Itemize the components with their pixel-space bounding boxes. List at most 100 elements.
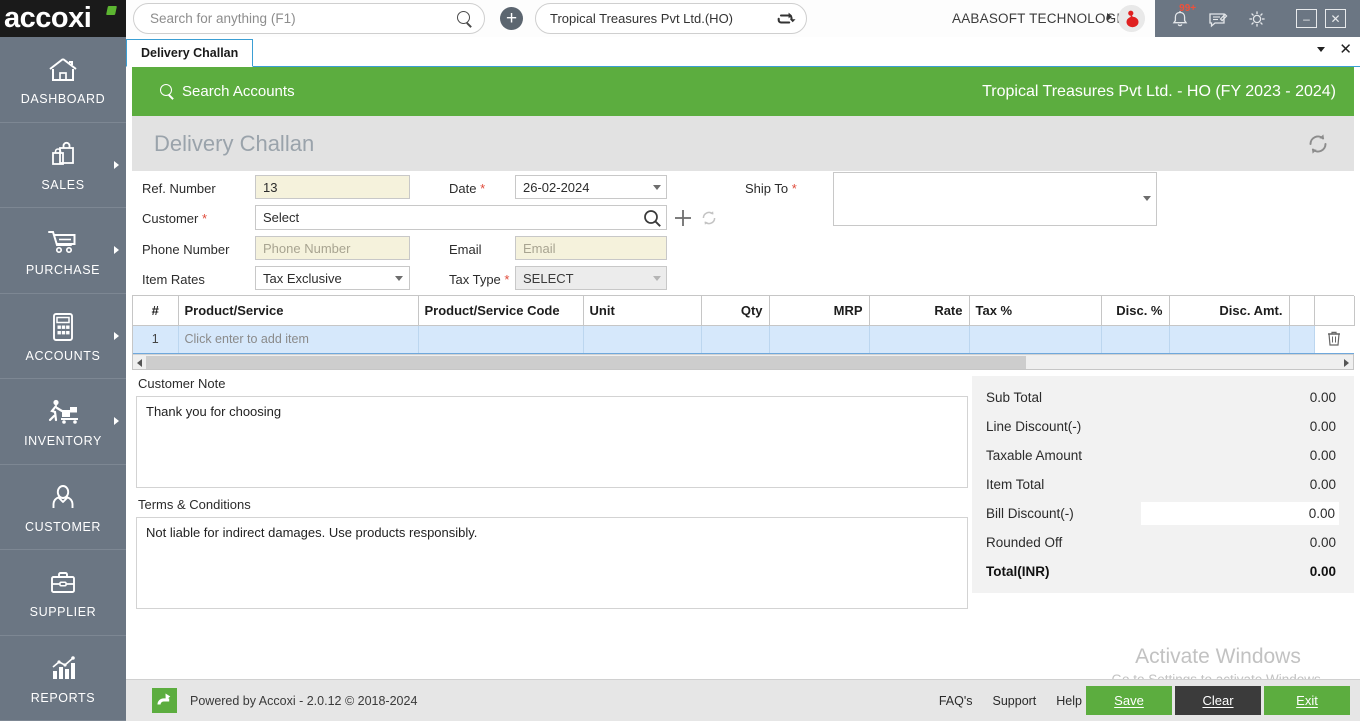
sidebar-item-dashboard[interactable]: DASHBOARD — [0, 37, 126, 123]
col-code: Product/Service Code — [418, 296, 583, 325]
required-marker: * — [480, 181, 485, 196]
tab-delivery-challan[interactable]: Delivery Challan — [126, 39, 253, 67]
ship-to-select[interactable] — [833, 172, 1157, 226]
sidebar-item-supplier[interactable]: SUPPLIER — [0, 550, 126, 636]
organisation-caret-icon[interactable] — [1107, 13, 1112, 21]
total-label: Item Total — [986, 477, 1044, 492]
sidebar-item-purchase[interactable]: PURCHASE — [0, 208, 126, 294]
sidebar-item-customer[interactable]: CUSTOMER — [0, 465, 126, 551]
ref-number-input[interactable] — [255, 175, 410, 199]
col-tax: Tax % — [969, 296, 1101, 325]
cell-mrp[interactable] — [769, 325, 869, 353]
warehouse-worker-icon — [45, 394, 81, 430]
grid-horizontal-scrollbar[interactable] — [133, 354, 1353, 369]
notifications-button[interactable]: 99+ — [1167, 6, 1193, 32]
customer-input[interactable] — [255, 205, 667, 230]
item-rates-label: Item Rates — [142, 272, 205, 287]
cell-delete[interactable] — [1314, 325, 1354, 353]
sidebar-item-inventory[interactable]: INVENTORY — [0, 379, 126, 465]
refresh-customer-icon[interactable] — [700, 209, 718, 232]
scrollbar-thumb[interactable] — [146, 356, 1026, 369]
date-input[interactable] — [515, 175, 667, 199]
cell-rate[interactable] — [869, 325, 969, 353]
chevron-right-icon — [114, 161, 119, 169]
phone-input[interactable] — [255, 236, 410, 260]
date-label: Date * — [449, 181, 485, 196]
powered-by-text: Powered by Accoxi - 2.0.12 © 2018-2024 — [190, 694, 417, 708]
avatar[interactable] — [1118, 5, 1145, 32]
sidebar-label: REPORTS — [31, 691, 95, 705]
search-input[interactable] — [148, 10, 456, 27]
exit-button[interactable]: Exit — [1264, 686, 1350, 715]
form-header: Delivery Challan — [132, 116, 1354, 171]
clear-button[interactable]: Clear — [1175, 686, 1261, 715]
cell-disc-pct[interactable] — [1101, 325, 1169, 353]
cell-tax[interactable] — [969, 325, 1101, 353]
save-label: Save — [1114, 693, 1144, 708]
chevron-right-icon — [114, 246, 119, 254]
tab-close-icon[interactable]: ✕ — [1339, 42, 1352, 57]
trash-icon[interactable] — [1327, 330, 1341, 346]
cell-code[interactable] — [418, 325, 583, 353]
sidebar-item-sales[interactable]: SALES — [0, 123, 126, 209]
ship-to-label: Ship To * — [745, 181, 797, 196]
settings-button[interactable] — [1244, 6, 1270, 32]
context-bar: Search Accounts Tropical Treasures Pvt L… — [132, 67, 1354, 116]
sidebar-item-reports[interactable]: REPORTS — [0, 636, 126, 721]
close-button[interactable]: ✕ — [1325, 9, 1346, 28]
total-label: Total(INR) — [986, 564, 1050, 579]
email-input[interactable] — [515, 236, 667, 260]
col-disc-pct: Disc. % — [1101, 296, 1169, 325]
col-qty: Qty — [701, 296, 769, 325]
total-row-sub-total: Sub Total 0.00 — [972, 383, 1354, 412]
lower-section: Customer Note Terms & Conditions Sub Tot… — [132, 376, 1354, 609]
home-icon — [47, 52, 79, 88]
sidebar-item-accounts[interactable]: ACCOUNTS — [0, 294, 126, 380]
total-value: 0.00 — [1310, 477, 1336, 492]
total-label: Rounded Off — [986, 535, 1062, 550]
person-icon — [48, 480, 78, 516]
global-search[interactable] — [133, 3, 485, 34]
messages-button[interactable] — [1205, 6, 1231, 32]
cell-qty[interactable] — [701, 325, 769, 353]
switch-company-icon[interactable] — [777, 9, 796, 28]
search-accounts-button[interactable]: Search Accounts — [160, 83, 295, 100]
sidebar-label: PURCHASE — [26, 263, 100, 277]
cell-product[interactable]: Click enter to add item — [178, 325, 418, 353]
refresh-icon[interactable] — [1304, 130, 1332, 158]
app-logo-text: accoxi — [4, 4, 91, 33]
app-logo: accoxi — [0, 0, 126, 37]
footer-link-support[interactable]: Support — [993, 694, 1037, 708]
total-value: 0.00 — [1310, 448, 1336, 463]
company-selector[interactable]: Tropical Treasures Pvt Ltd.(HO) — [535, 3, 807, 34]
col-product: Product/Service — [178, 296, 418, 325]
total-label: Taxable Amount — [986, 448, 1082, 463]
sidebar-label: SALES — [41, 178, 84, 192]
save-button[interactable]: Save — [1086, 686, 1172, 715]
customer-note-input[interactable] — [136, 396, 968, 488]
sidebar-label: CUSTOMER — [25, 520, 101, 534]
tax-type-select[interactable] — [515, 266, 667, 290]
quick-add-button[interactable]: + — [500, 7, 523, 30]
item-rates-select[interactable] — [255, 266, 410, 290]
customer-search-icon[interactable] — [643, 209, 662, 233]
page-title: Delivery Challan — [154, 131, 314, 157]
col-unit: Unit — [583, 296, 701, 325]
search-icon[interactable] — [456, 10, 474, 28]
scroll-right-icon[interactable] — [1344, 359, 1349, 367]
terms-input[interactable] — [136, 517, 968, 609]
cell-unit[interactable] — [583, 325, 701, 353]
footer-link-faqs[interactable]: FAQ's — [939, 694, 973, 708]
footer-links: FAQ's Support Help — [939, 694, 1082, 708]
footer-link-help[interactable]: Help — [1056, 694, 1082, 708]
add-customer-icon[interactable] — [673, 208, 693, 233]
minimize-button[interactable]: – — [1296, 9, 1317, 28]
table-row[interactable]: 1 Click enter to add item — [133, 325, 1354, 353]
bar-chart-icon — [47, 651, 79, 687]
total-label: Bill Discount(-) — [986, 506, 1074, 521]
exit-label: Exit — [1296, 693, 1318, 708]
cell-disc-amt[interactable] — [1169, 325, 1289, 353]
scroll-left-icon[interactable] — [137, 359, 142, 367]
tab-list-caret-icon[interactable] — [1317, 47, 1325, 52]
bill-discount-input[interactable]: 0.00 — [1140, 501, 1340, 526]
